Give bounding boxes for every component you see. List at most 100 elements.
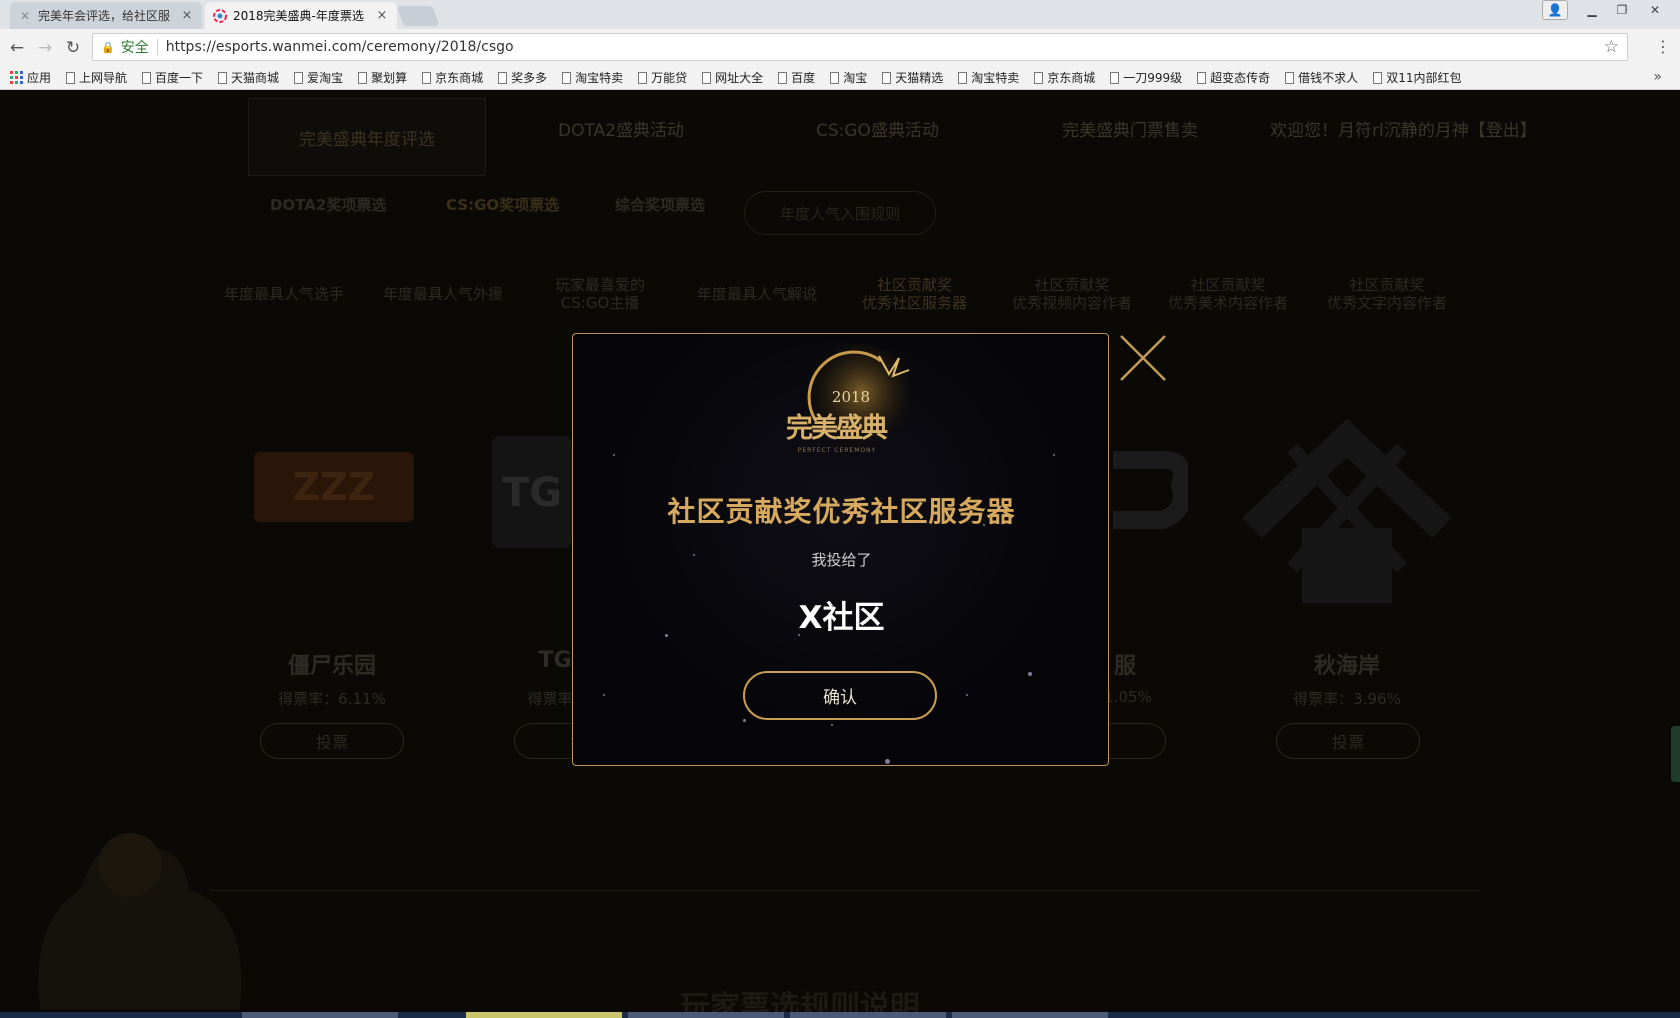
bookmark-item[interactable]: 淘宝 xyxy=(830,69,867,86)
nominee-rate: 1.05% xyxy=(1104,688,1152,706)
nav-csgo[interactable]: CS:GO盛典活动 xyxy=(816,116,939,141)
category-tab[interactable]: 年度最具人气选手 xyxy=(224,285,344,303)
url-bar[interactable]: 🔒 安全 https://esports.wanmei.com/ceremony… xyxy=(92,33,1628,61)
bookmark-item[interactable]: 百度 xyxy=(778,69,815,86)
confirm-button[interactable]: 确认 xyxy=(743,671,937,720)
taskbar-app[interactable] xyxy=(628,1012,784,1018)
page-icon xyxy=(218,71,228,84)
restore-icon[interactable]: ❐ xyxy=(1608,0,1636,20)
page-icon xyxy=(958,71,968,84)
nav-dota2[interactable]: DOTA2盛典活动 xyxy=(558,116,684,141)
bookmark-label: 京东商城 xyxy=(1047,71,1096,85)
category-tab[interactable]: 年度最具人气外援 xyxy=(383,285,503,303)
bookmark-item[interactable]: 借钱不求人 xyxy=(1285,69,1358,86)
taskbar-app[interactable] xyxy=(790,1012,946,1018)
subnav-general[interactable]: 综合奖项票选 xyxy=(615,194,705,215)
browser-tab-1[interactable]: ✕ 完美年会评选，给社区服 × xyxy=(10,2,202,29)
bookmark-item[interactable]: 京东商城 xyxy=(422,69,483,86)
tab-favicon-icon xyxy=(213,8,227,23)
category-label: 社区贡献奖 xyxy=(1034,276,1110,294)
bookmark-label: 爱淘宝 xyxy=(307,71,344,85)
tab-title: 2018完美盛典-年度票选 xyxy=(233,9,364,23)
tab-title: 完美年会评选，给社区服 xyxy=(38,9,171,23)
forward-icon[interactable]: → xyxy=(34,37,56,59)
tab-close-icon[interactable]: × xyxy=(180,8,194,23)
ceremony-logo: 2018 完美盛典 PERFECT CEREMONY xyxy=(771,336,921,466)
star-particle xyxy=(1053,454,1055,456)
bookmark-item[interactable]: 一刀999级 xyxy=(1110,69,1182,86)
bookmark-label: 聚划算 xyxy=(371,71,408,85)
category-label: 年度最具人气解说 xyxy=(697,285,818,303)
page-icon xyxy=(702,71,712,84)
nav-annual-vote[interactable]: 完美盛典年度评选 xyxy=(248,98,486,176)
bookmark-label: 双11内部红包 xyxy=(1386,71,1462,85)
taskbar-app[interactable] xyxy=(952,1012,1108,1018)
page-icon xyxy=(422,71,432,84)
side-widget[interactable] xyxy=(1671,726,1680,782)
bookmark-item[interactable]: 爱淘宝 xyxy=(294,69,343,86)
close-window-icon[interactable]: ✕ xyxy=(1640,0,1670,20)
new-tab-button[interactable] xyxy=(396,6,440,26)
page-icon xyxy=(882,71,892,84)
page-icon xyxy=(1373,71,1383,84)
bookmark-item[interactable]: 天猫商城 xyxy=(218,69,279,86)
bookmark-item[interactable]: 超变态传奇 xyxy=(1197,69,1270,86)
bookmark-apps[interactable]: 应用 xyxy=(10,69,51,86)
tab-close-icon[interactable]: × xyxy=(375,8,389,23)
category-tab[interactable]: 年度最具人气解说 xyxy=(697,285,817,303)
bookmark-item[interactable]: 京东商城 xyxy=(1034,69,1095,86)
site-top-nav: 完美盛典年度评选 DOTA2盛典活动 CS:GO盛典活动 完美盛典门票售卖 欢迎… xyxy=(0,90,1680,176)
user-profile-icon[interactable]: 👤 xyxy=(1542,0,1568,20)
bookmark-item[interactable]: 淘宝特卖 xyxy=(958,69,1019,86)
star-particle xyxy=(1028,672,1032,676)
category-tab[interactable]: 社区贡献奖 优秀文字内容作者 xyxy=(1327,276,1447,312)
category-tab-active[interactable]: 社区贡献奖 优秀社区服务器 xyxy=(862,276,967,312)
nav-tickets[interactable]: 完美盛典门票售卖 xyxy=(1062,116,1198,141)
bookmark-label: 天猫精选 xyxy=(895,71,944,85)
confirm-label: 确认 xyxy=(823,688,857,707)
bookmark-item[interactable]: 网址大全 xyxy=(702,69,763,86)
taskbar-app[interactable] xyxy=(242,1012,398,1018)
close-icon[interactable] xyxy=(1118,333,1168,383)
bookmark-label: 借钱不求人 xyxy=(1298,71,1359,85)
nominee-logo-zombie: ZZZ xyxy=(244,440,424,540)
minimize-icon[interactable]: ▁ xyxy=(1578,0,1606,20)
bookmark-star-icon[interactable]: ☆ xyxy=(1604,37,1619,57)
page-icon xyxy=(1285,71,1295,84)
category-label-2: CS:GO主播 xyxy=(560,294,640,312)
page-icon xyxy=(638,71,648,84)
bookmark-item[interactable]: 万能贷 xyxy=(638,69,687,86)
url-text[interactable]: https://esports.wanmei.com/ceremony/2018… xyxy=(166,39,514,55)
category-tab[interactable]: 社区贡献奖 优秀美术内容作者 xyxy=(1168,276,1288,312)
address-toolbar: ← → ↻ 🔒 安全 https://esports.wanmei.com/ce… xyxy=(0,29,1680,66)
taskbar-app[interactable] xyxy=(466,1012,622,1018)
bookmark-label: 百度 xyxy=(791,71,816,85)
subnav-dota2[interactable]: DOTA2奖项票选 xyxy=(270,194,386,215)
browser-tab-2[interactable]: 2018完美盛典-年度票选 × xyxy=(205,2,397,29)
category-tab[interactable]: 社区贡献奖 优秀视频内容作者 xyxy=(1012,276,1132,312)
star-particle xyxy=(743,719,746,722)
bookmark-item[interactable]: 上网导航 xyxy=(66,69,127,86)
nav-label: 完美盛典年度评选 xyxy=(299,129,435,150)
rules-button[interactable]: 年度人气入围规则 xyxy=(744,191,936,235)
bookmark-label: 超变态传奇 xyxy=(1210,71,1271,85)
bookmark-item[interactable]: 双11内部红包 xyxy=(1373,69,1461,86)
vote-button[interactable]: 投票 xyxy=(1276,723,1420,759)
more-bookmarks-icon[interactable]: » xyxy=(1653,69,1662,85)
svg-text:ZZZ: ZZZ xyxy=(293,465,376,509)
bookmark-item[interactable]: 百度一下 xyxy=(142,69,203,86)
bookmark-item[interactable]: 天猫精选 xyxy=(882,69,943,86)
modal-title: 社区贡献奖优秀社区服务器 xyxy=(667,495,1016,528)
vote-button[interactable]: 投票 xyxy=(260,723,404,759)
category-tab[interactable]: 玩家最喜爱的 CS:GO主播 xyxy=(555,276,645,312)
bookmark-item[interactable]: 淘宝特卖 xyxy=(562,69,623,86)
subnav-csgo[interactable]: CS:GO奖项票选 xyxy=(446,194,559,215)
back-icon[interactable]: ← xyxy=(6,37,28,59)
welcome-user[interactable]: 欢迎您！月符rl沉静的月神【登出】 xyxy=(1270,116,1537,141)
bookmark-item[interactable]: 奖多多 xyxy=(498,69,547,86)
nominee-logo-tg: TG xyxy=(492,436,572,548)
category-label-2: 优秀视频内容作者 xyxy=(1012,294,1133,312)
reload-icon[interactable]: ↻ xyxy=(62,37,84,59)
browser-menu-icon[interactable]: ⋮ xyxy=(1655,37,1671,56)
bookmark-item[interactable]: 聚划算 xyxy=(358,69,407,86)
